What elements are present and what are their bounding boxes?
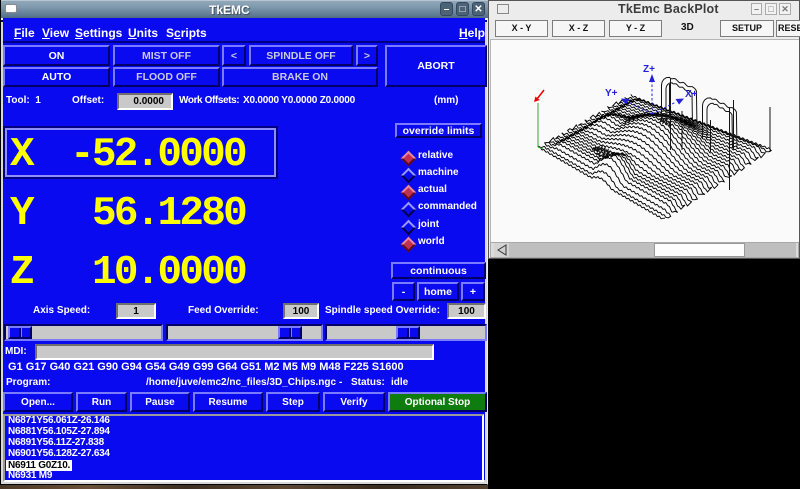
svg-text:X+: X+ xyxy=(685,89,698,100)
svg-text:Y+: Y+ xyxy=(605,88,618,99)
svg-text:Z+: Z+ xyxy=(643,64,655,75)
